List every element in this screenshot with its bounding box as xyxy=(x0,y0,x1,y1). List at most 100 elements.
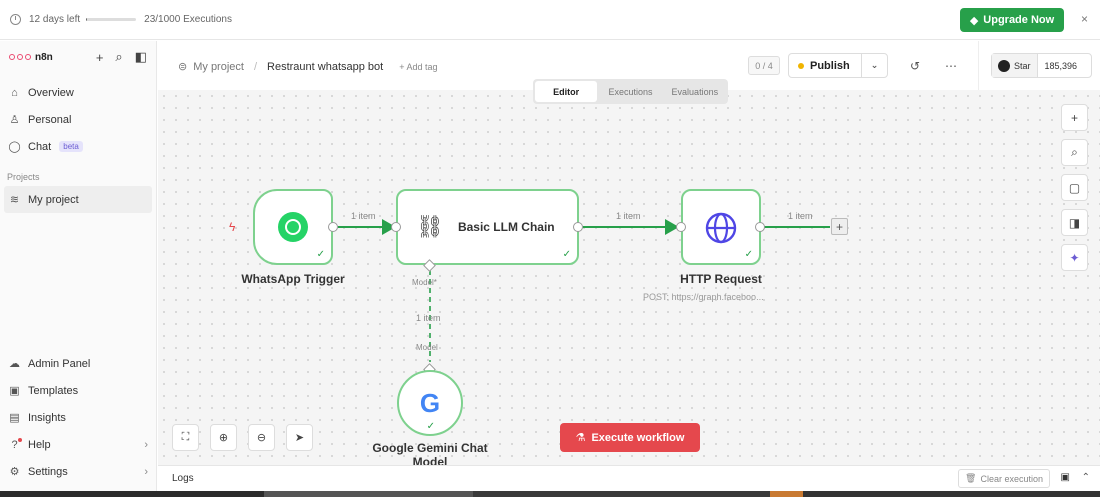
sidebar-item-overview[interactable]: ⌂ Overview xyxy=(0,79,156,106)
pointer-icon[interactable]: ➤ xyxy=(286,424,313,451)
check-icon: ✓ xyxy=(562,249,571,260)
fit-view-icon[interactable]: ⛶ xyxy=(172,424,199,451)
breadcrumb-project[interactable]: My project xyxy=(193,61,244,73)
sidebar-item-label: Insights xyxy=(28,411,66,424)
sidebar: n8n + ⌕ ◧ ⌂ Overview ♙ Personal ◯ Chat b… xyxy=(0,41,157,497)
trash-icon: 🗑 xyxy=(965,473,977,483)
add-tag-button[interactable]: + Add tag xyxy=(399,62,437,72)
add-node-icon[interactable]: + xyxy=(1061,104,1088,131)
upgrade-label: Upgrade Now xyxy=(983,14,1055,26)
clear-execution-button[interactable]: 🗑 Clear execution xyxy=(958,469,1050,488)
node-http-request[interactable]: ✓ xyxy=(681,189,761,265)
workflow-name[interactable]: Restraunt whatsapp bot xyxy=(267,61,383,73)
input-port[interactable] xyxy=(676,222,686,232)
ai-sparkle-icon[interactable]: ✦ xyxy=(1061,244,1088,271)
breadcrumb: ⊜ My project / Restraunt whatsapp bot + … xyxy=(178,60,438,74)
publish-label: Publish xyxy=(810,59,850,72)
star-label: Star xyxy=(1014,60,1031,71)
sidebar-item-templates[interactable]: ▣ Templates xyxy=(0,377,157,404)
chevron-up-icon[interactable]: ⌃ xyxy=(1082,472,1090,483)
sidebar-item-chat[interactable]: ◯ Chat beta xyxy=(0,133,156,160)
more-icon[interactable]: ⋯ xyxy=(945,59,957,73)
node-google-gemini[interactable]: G ✓ xyxy=(397,370,463,436)
input-port[interactable] xyxy=(391,222,401,232)
projects-heading: Projects xyxy=(7,172,40,182)
tab-evaluations[interactable]: Evaluations xyxy=(664,81,726,102)
user-icon: ♙ xyxy=(9,114,20,126)
close-icon[interactable]: × xyxy=(1081,12,1088,26)
node-basic-llm-chain[interactable]: ⛓ Basic LLM Chain ✓ xyxy=(396,189,579,265)
status-dot xyxy=(798,62,804,69)
execute-workflow-button[interactable]: ⚗ Execute workflow xyxy=(560,423,700,452)
chevron-down-icon[interactable]: ⌄ xyxy=(861,54,887,77)
node-subtitle: POST: https://graph.faceboo... xyxy=(643,292,764,302)
search-icon[interactable]: ⌕ xyxy=(1061,139,1088,166)
history-icon[interactable]: ↺ xyxy=(910,59,920,73)
output-port[interactable] xyxy=(573,222,583,232)
panel-toggle-icon[interactable]: ▣ xyxy=(1061,472,1070,483)
canvas-toolbar: + ⌕ ▢ ◨ ✦ xyxy=(1061,104,1088,271)
n8n-logo-icon xyxy=(9,54,31,60)
edge-label: 1 item xyxy=(416,313,441,323)
clear-execution-label: Clear execution xyxy=(980,473,1043,484)
sidebar-item-label: Personal xyxy=(28,113,72,126)
zoom-out-icon[interactable]: ⊖ xyxy=(248,424,275,451)
clock-icon xyxy=(10,14,21,25)
panel-icon[interactable]: ◨ xyxy=(1061,209,1088,236)
layers-icon: ≋ xyxy=(9,194,20,206)
executions-count: 23/1000 Executions xyxy=(144,14,232,25)
logs-label: Logs xyxy=(172,473,194,484)
project-icon: ⊜ xyxy=(178,61,188,73)
chevron-right-icon: › xyxy=(144,438,148,451)
sidebar-item-my-project[interactable]: ≋ My project xyxy=(4,186,152,213)
search-icon[interactable]: ⌕ xyxy=(115,49,122,65)
add-node-button[interactable]: + xyxy=(831,218,848,235)
collapse-sidebar-icon[interactable]: ◧ xyxy=(135,49,147,65)
logo[interactable]: n8n xyxy=(9,52,53,63)
sidebar-item-admin-panel[interactable]: ☁ Admin Panel xyxy=(0,350,157,377)
logs-panel[interactable]: Logs 🗑 Clear execution ▣ ⌃ xyxy=(158,465,1100,491)
logo-text: n8n xyxy=(35,51,53,63)
templates-icon: ▣ xyxy=(9,385,20,397)
model-input-label: Model xyxy=(416,343,438,352)
tab-executions[interactable]: Executions xyxy=(599,81,661,102)
plus-icon[interactable]: + xyxy=(96,50,104,65)
chat-icon: ◯ xyxy=(8,141,21,153)
sticky-note-icon[interactable]: ▢ xyxy=(1061,174,1088,201)
node-whatsapp-trigger[interactable]: ✓ xyxy=(253,189,333,265)
sidebar-item-label: Help xyxy=(28,438,51,451)
sidebar-item-label: Settings xyxy=(28,465,68,478)
trial-days: 12 days left xyxy=(29,14,81,25)
output-port[interactable] xyxy=(755,222,765,232)
node-label: HTTP Request xyxy=(680,272,762,286)
star-count: 185,396 xyxy=(1044,60,1078,71)
chart-icon: ▤ xyxy=(9,412,20,424)
node-label: Google Gemini Chat Model xyxy=(372,441,488,465)
sidebar-item-help[interactable]: ? Help › xyxy=(0,431,157,458)
github-star-button[interactable]: Star 185,396 xyxy=(991,53,1092,78)
edge-label: 1 item xyxy=(616,211,641,221)
github-icon xyxy=(998,59,1010,72)
lightning-icon: ϟ xyxy=(229,220,236,234)
chevron-right-icon: › xyxy=(144,465,148,478)
sidebar-item-label: My project xyxy=(28,193,79,206)
check-icon: ✓ xyxy=(744,249,753,260)
upgrade-button[interactable]: ◆ Upgrade Now xyxy=(960,8,1064,32)
tab-editor[interactable]: Editor xyxy=(535,81,598,102)
edge-label: 1 item xyxy=(788,211,813,221)
output-port[interactable] xyxy=(328,222,338,232)
google-icon: G xyxy=(419,387,441,418)
flask-icon: ⚗ xyxy=(575,432,586,444)
sidebar-item-personal[interactable]: ♙ Personal xyxy=(0,106,156,133)
sidebar-header: n8n + ⌕ ◧ xyxy=(0,41,156,73)
sidebar-item-insights[interactable]: ▤ Insights xyxy=(0,404,157,431)
zoom-toolbar: ⛶ ⊕ ⊖ ➤ xyxy=(172,424,313,451)
sidebar-item-label: Chat xyxy=(28,140,52,153)
node-label: WhatsApp Trigger xyxy=(241,272,345,286)
publish-button[interactable]: Publish ⌄ xyxy=(788,53,888,78)
taskbar-strip xyxy=(0,491,1100,497)
zoom-in-icon[interactable]: ⊕ xyxy=(210,424,237,451)
cloud-icon: ☁ xyxy=(9,358,20,370)
sidebar-item-settings[interactable]: ⚙ Settings › xyxy=(0,458,157,485)
trial-progress xyxy=(86,18,137,21)
